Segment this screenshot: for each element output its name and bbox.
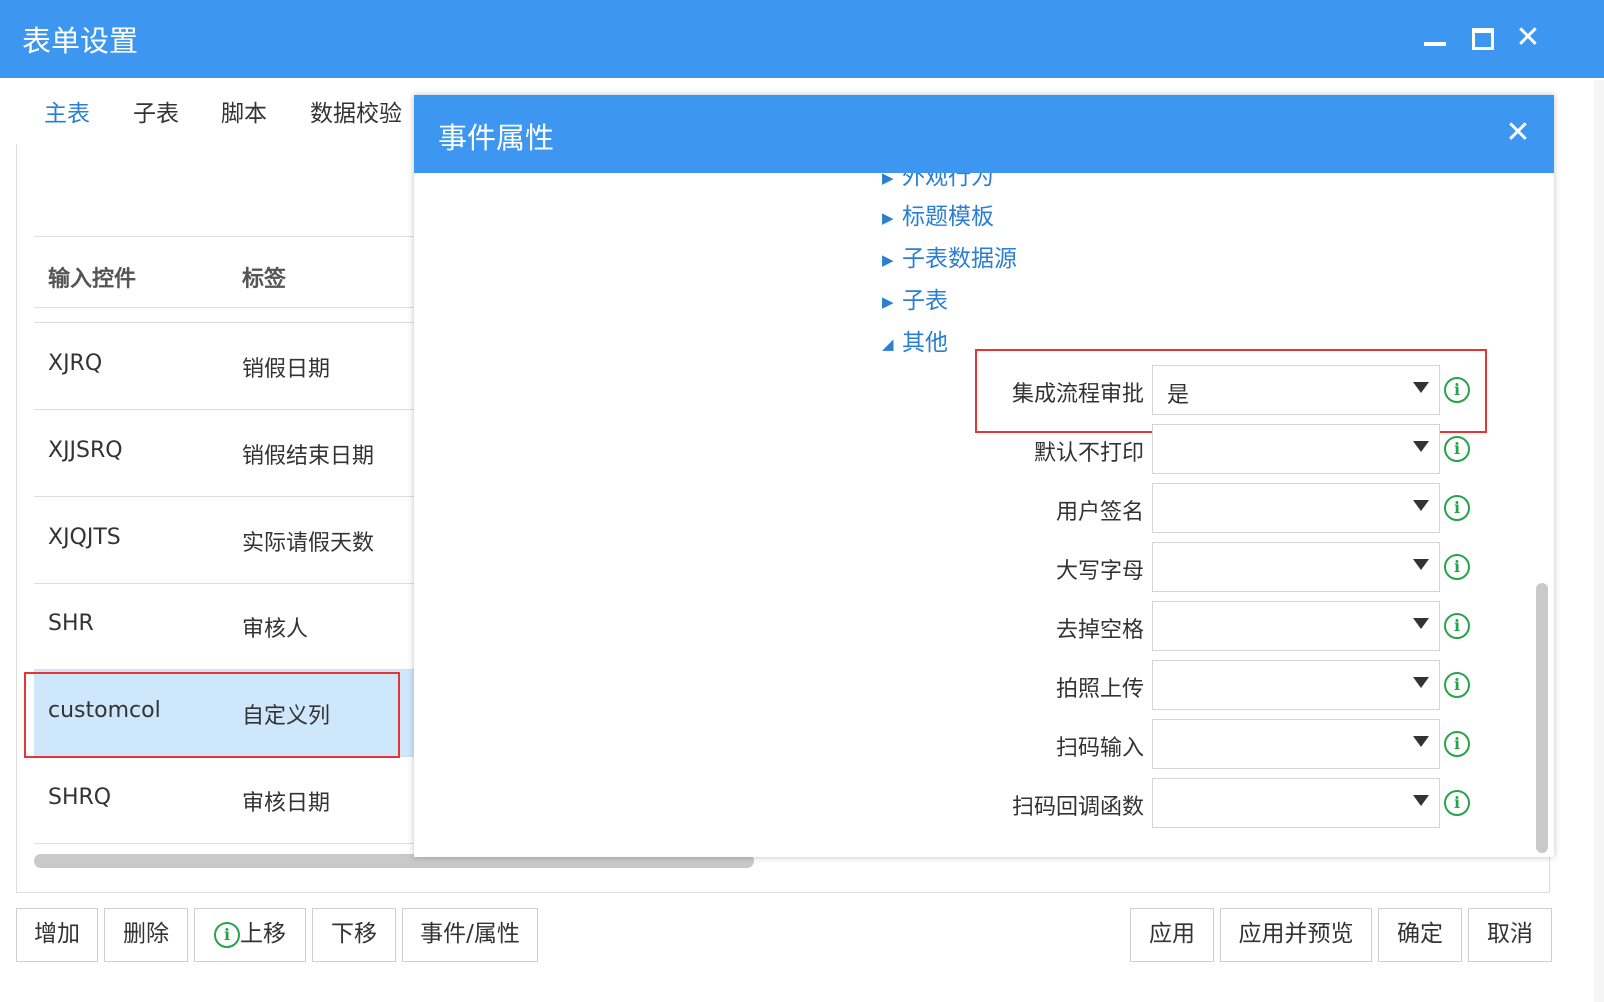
cell-label: 销假结束日期	[242, 444, 375, 469]
tree-node-label: 其他	[902, 330, 948, 356]
caret-down-icon	[1413, 441, 1429, 452]
column-header-control: 输入控件	[48, 267, 137, 292]
tree-node-other[interactable]: ◢ 其他	[882, 323, 948, 359]
window-title-bar: 表单设置 ✕	[0, 0, 1604, 78]
table-row[interactable]: SHRQ 审核日期	[34, 757, 414, 844]
triangle-right-icon: ▶	[882, 173, 894, 187]
dialog-close-button[interactable]: ✕	[1500, 115, 1536, 151]
info-icon[interactable]: i	[1444, 613, 1470, 639]
tree-node-title-template[interactable]: ▶ 标题模板	[882, 197, 994, 233]
tree-node-label: 标题模板	[902, 204, 994, 230]
info-icon: i	[214, 921, 240, 948]
cell-control: XJRQ	[48, 351, 103, 376]
no-print-select[interactable]	[1152, 424, 1440, 474]
highlight-box	[24, 672, 400, 758]
apply-button[interactable]: 应用	[1130, 908, 1214, 962]
event-properties-dialog: 事件属性 ✕ ▶ 外观行为 ▶ 标题模板 ▶ 子表数据源 ▶ 子表 ◢ 其他 集成流程审批…	[414, 95, 1554, 857]
scan-input-select[interactable]	[1152, 719, 1440, 769]
prop-label-user-signature: 用户签名	[1055, 500, 1144, 525]
minimize-button[interactable]	[1416, 20, 1452, 56]
trim-spaces-select[interactable]	[1152, 601, 1440, 651]
tree-node-subtable[interactable]: ▶ 子表	[882, 281, 948, 317]
prop-label-trim-spaces: 去掉空格	[1055, 618, 1144, 643]
caret-down-icon	[1413, 795, 1429, 806]
table-row[interactable]: XJRQ 销假日期	[34, 323, 414, 410]
dialog-title-bar: 事件属性 ✕	[414, 95, 1554, 173]
close-icon: ✕	[1515, 20, 1541, 55]
table-row[interactable]: XJQJTS 实际请假天数	[34, 497, 414, 584]
vertical-scrollbar[interactable]	[1536, 583, 1548, 853]
close-icon: ✕	[1505, 115, 1531, 150]
tree-node-label: 子表	[902, 288, 948, 314]
caret-down-icon	[1413, 559, 1429, 570]
tab-script[interactable]: 脚本	[202, 86, 286, 144]
events-properties-button[interactable]: 事件/属性	[402, 908, 538, 962]
tree-node-subtable-source[interactable]: ▶ 子表数据源	[882, 239, 1017, 275]
window-close-button[interactable]: ✕	[1510, 20, 1546, 56]
apply-preview-button[interactable]: 应用并预览	[1220, 908, 1372, 962]
move-down-button[interactable]: 下移	[312, 908, 396, 962]
cell-label: 审核人	[242, 617, 309, 642]
cell-label: 销假日期	[242, 357, 331, 382]
maximize-icon	[1472, 28, 1494, 50]
caret-down-icon	[1413, 500, 1429, 511]
prop-label-scan-callback: 扫码回调函数	[1011, 795, 1144, 820]
tab-sub-table[interactable]: 子表	[114, 86, 198, 144]
caret-down-icon	[1413, 736, 1429, 747]
tab-data-validation[interactable]: 数据校验	[296, 86, 416, 144]
info-icon[interactable]: i	[1444, 731, 1470, 757]
tree-node-label: 外观行为	[902, 173, 994, 190]
window-title: 表单设置	[22, 24, 139, 58]
uppercase-select[interactable]	[1152, 542, 1440, 592]
move-up-label: 上移	[240, 921, 286, 947]
cell-control: XJQJTS	[48, 525, 121, 550]
add-button[interactable]: 增加	[16, 908, 98, 962]
triangle-right-icon: ▶	[882, 250, 894, 269]
minimize-icon	[1424, 42, 1446, 46]
prop-label-no-print: 默认不打印	[1033, 441, 1144, 466]
dialog-title: 事件属性	[438, 121, 555, 155]
cell-control: XJJSRQ	[48, 438, 123, 463]
table-row[interactable]: SHR 审核人	[34, 583, 414, 670]
photo-upload-select[interactable]	[1152, 660, 1440, 710]
cell-label: 实际请假天数	[242, 531, 375, 556]
cancel-button[interactable]: 取消	[1468, 908, 1552, 962]
caret-down-icon	[1413, 618, 1429, 629]
table-header: 输入控件 标签	[34, 236, 414, 308]
cell-label: 审核日期	[242, 791, 331, 816]
move-up-button[interactable]: i 上移	[194, 908, 306, 962]
user-signature-select[interactable]	[1152, 483, 1440, 533]
tree-node-label: 子表数据源	[902, 246, 1017, 272]
cell-control: SHR	[48, 611, 94, 636]
column-header-label: 标签	[242, 267, 287, 292]
triangle-down-icon: ◢	[882, 334, 894, 353]
info-icon[interactable]: i	[1444, 672, 1470, 698]
prop-label-uppercase: 大写字母	[1055, 559, 1144, 584]
caret-down-icon	[1413, 677, 1429, 688]
triangle-right-icon: ▶	[882, 292, 894, 311]
dialog-body: ▶ 外观行为 ▶ 标题模板 ▶ 子表数据源 ▶ 子表 ◢ 其他 集成流程审批 是 i 默认…	[414, 173, 1554, 857]
info-icon[interactable]: i	[1444, 436, 1470, 462]
table-row[interactable]: XJJSRQ 销假结束日期	[34, 410, 414, 497]
tab-main-table[interactable]: 主表	[22, 86, 112, 147]
prop-label-scan-input: 扫码输入	[1055, 736, 1144, 761]
info-icon[interactable]: i	[1444, 554, 1470, 580]
delete-button[interactable]: 删除	[104, 908, 188, 962]
triangle-right-icon: ▶	[882, 208, 894, 227]
info-icon[interactable]: i	[1444, 495, 1470, 521]
scan-callback-select[interactable]	[1152, 778, 1440, 828]
maximize-button[interactable]	[1464, 20, 1500, 56]
tree-node-appearance[interactable]: ▶ 外观行为	[882, 173, 994, 193]
ok-button[interactable]: 确定	[1378, 908, 1462, 962]
table-divider	[34, 306, 414, 323]
info-icon[interactable]: i	[1444, 790, 1470, 816]
prop-label-photo-upload: 拍照上传	[1055, 677, 1144, 702]
highlight-box	[975, 349, 1487, 433]
window-edge	[1594, 80, 1604, 1002]
cell-control: SHRQ	[48, 785, 112, 810]
